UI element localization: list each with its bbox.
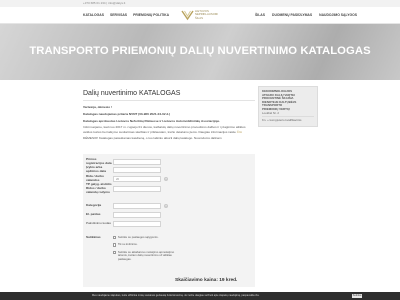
cookie-accept-button[interactable]: Sutinku	[352, 293, 362, 298]
logo-chevron-icon	[181, 10, 194, 21]
form-row-category: Kategorija ?	[86, 203, 168, 209]
valuation-form: Pirmos registracijos data Įvykio arba ap…	[83, 154, 255, 287]
consent-payment-checkbox[interactable]	[113, 250, 117, 255]
logo-text: LIETUVOS NEPRIKLAUSOMI ŠILAS	[195, 9, 219, 20]
page-title: Dalių nuvertinimo KATALOGAS	[83, 90, 181, 97]
main-nav-left: KATALOGAS SERVISAS PRIEMONIŲ POLITIKA	[83, 13, 169, 17]
consent-terms-text: Sutinku su paslaugos sąlygomis.	[117, 235, 159, 239]
sidebar: KEKONMNOLOGIJOS ATNARU DALIŲ VERTEI PROC…	[258, 86, 318, 127]
first-registration-input[interactable]	[113, 158, 161, 165]
consent-label: Sutikimas	[86, 235, 101, 239]
form-row-consent: Sutikimas Sutinku su paslaugos sąlygomis…	[86, 235, 181, 261]
top-bar: +370 685 01 234 | info@dalys.lt	[0, 0, 400, 7]
email-field[interactable]	[113, 212, 161, 218]
discount-code-label: Pakvitinimo kodas	[86, 221, 111, 226]
nav-item-politika[interactable]: PRIEMONIŲ POLITIKA	[133, 13, 169, 17]
site-header: KATALOGAS SERVISAS PRIEMONIŲ POLITIKA LI…	[0, 7, 400, 24]
consent-payment-text: Sutinku su aktabarovo mokėjimo apmokėjim…	[117, 249, 175, 261]
consent-receipt-checkbox[interactable]	[113, 243, 117, 247]
contact-info: +370 685 01 234 | info@dalys.lt	[83, 1, 126, 5]
consent-receipt-text: Tik su kvitinimu.	[117, 242, 138, 247]
category-label: Kategorija	[86, 203, 102, 208]
nav-item-silas[interactable]: ŠILAS	[255, 13, 265, 17]
calculation-price: Skaičiavimo kaina: 19 kred.	[175, 278, 238, 283]
form-row-email: El. paštas	[86, 212, 161, 218]
site-logo[interactable]: LIETUVOS NEPRIKLAUSOMI ŠILAS	[178, 7, 224, 24]
mileage-display-label: TP galyg. atstūtis Ridos / darbo valandų…	[86, 182, 112, 194]
sidebar-detail: Lookbėl Nr. 2	[262, 110, 280, 115]
hero-banner: TRANSPORTO PRIEMONIŲ DALIŲ NUVERTINIMO K…	[0, 24, 400, 80]
attention-paragraph: DÉMESIO! Katalogas pasiekiamas kasdieną,…	[83, 136, 222, 141]
consent-terms-checkbox[interactable]	[113, 236, 117, 240]
consent-payment-row: Sutinku su aktabarovo mokėjimo apmokėjim…	[113, 249, 181, 261]
cookie-text: Mes naudojame slapukus, kurie užtikrina …	[92, 294, 260, 297]
sidebar-extra: Kn. + kompjuterio kvalifikacinis	[262, 118, 302, 123]
discount-code-field[interactable]	[113, 221, 161, 227]
info-paragraph: Informuojame, kad nuo 2017 m. rugsėjo 01…	[83, 125, 255, 134]
form-row-mileage-display: TP galyg. atstūtis Ridos / darbo valandų…	[86, 182, 161, 194]
mileage-display-input[interactable]	[113, 185, 161, 192]
category-help-icon[interactable]: ?	[164, 204, 168, 208]
main-content: Dalių nuvertinimo KATALOGAS Varteioja, d…	[83, 86, 255, 141]
mileage-input[interactable]: 20	[113, 175, 161, 182]
sidebar-divider	[262, 116, 314, 118]
form-row-discount-code: Pakvitinimo kodas	[86, 221, 161, 227]
consent-terms-row: Sutinku su paslaugos sąlygomis.	[113, 235, 181, 240]
incident-date-label: Įvykio arba apžiūros data	[86, 165, 106, 173]
cookie-banner: Mes naudojame slapukus, kurie užtikrina …	[0, 292, 400, 300]
title-divider	[83, 100, 255, 101]
nav-item-servisas[interactable]: SERVISAS	[110, 13, 127, 17]
nav-item-duomenu-pasiulymas[interactable]: DUOMENŲ PASIŪLYMAS	[272, 13, 312, 17]
consent-group: Sutinku su paslaugos sąlygomis. Tik su k…	[113, 235, 181, 261]
consent-receipt-row: Tik su kvitinimu.	[113, 242, 181, 247]
info-link[interactable]: ČIA	[237, 130, 242, 134]
sidebar-info-box: KEKONMNOLOGIJOS ATNARU DALIŲ VERTEI PROC…	[258, 86, 318, 127]
mileage-help-icon[interactable]: ?	[164, 176, 168, 181]
category-select[interactable]	[113, 203, 161, 209]
email-label: El. paštas	[86, 212, 101, 217]
nav-item-naudojimo-salygos[interactable]: NAUDOJIMO SĄLYGOS	[319, 13, 357, 17]
incident-date-input[interactable]	[113, 166, 161, 173]
info-paragraph-text: Informuojame, kad nuo 2017 m. rugsėjo 01…	[83, 125, 246, 134]
nav-item-katalogas[interactable]: KATALOGAS	[83, 13, 104, 17]
form-row-incident-date: Įvykio arba apžiūros data	[86, 165, 161, 174]
main-nav-right: ŠILAS DUOMENŲ PASIŪLYMAS NAUDOJIMO SĄLYG…	[255, 13, 357, 17]
hero-title: TRANSPORTO PRIEMONIŲ DALIŲ NUVERTINIMO K…	[29, 45, 371, 57]
